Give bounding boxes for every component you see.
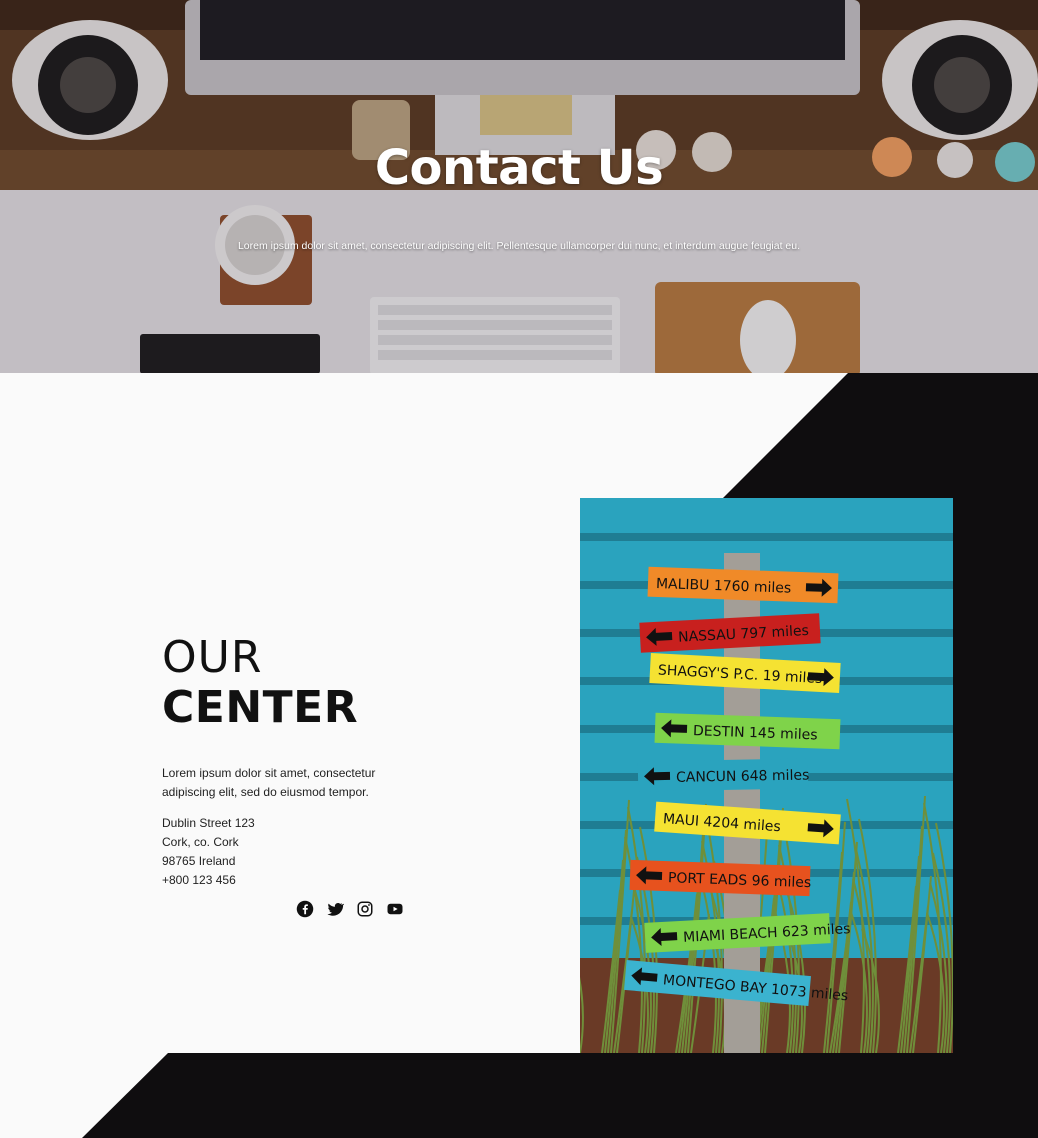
address-phone[interactable]: +800 123 456 [162,871,255,890]
instagram-icon[interactable] [356,900,374,918]
our-center-section: OUR CENTER Lorem ipsum dolor sit amet, c… [0,373,1038,1138]
hero-banner: Contact Us Lorem ipsum dolor sit amet, c… [0,0,1038,373]
contact-address: Dublin Street 123 Cork, co. Cork 98765 I… [162,814,255,890]
twitter-icon[interactable] [326,900,345,918]
heading-our: OUR [162,632,263,683]
sign-4: CANCUN 648 miles [637,758,810,792]
page-title: Contact Us [374,140,664,196]
youtube-icon[interactable] [386,900,404,918]
address-postcode: 98765 Ireland [162,854,236,868]
address-city: Cork, co. Cork [162,835,239,849]
sign-6: PORT EADS 96 miles [629,859,811,897]
signpost-photo: MALIBU 1760 miles NASSAU 797 miles SHAGGY'… [580,498,953,1053]
hero-subtitle: Lorem ipsum dolor sit amet, consectetur … [237,240,801,252]
facebook-icon[interactable] [296,900,314,918]
center-description: Lorem ipsum dolor sit amet, consectetur … [162,766,376,799]
signpost-illustration: MALIBU 1760 milesNASSAU 797 milesSHAGGY'… [580,498,953,1053]
sign-label: CANCUN 648 miles [676,767,810,785]
heading-center: CENTER [162,682,359,733]
address-street: Dublin Street 123 [162,816,255,830]
social-links [296,900,404,918]
